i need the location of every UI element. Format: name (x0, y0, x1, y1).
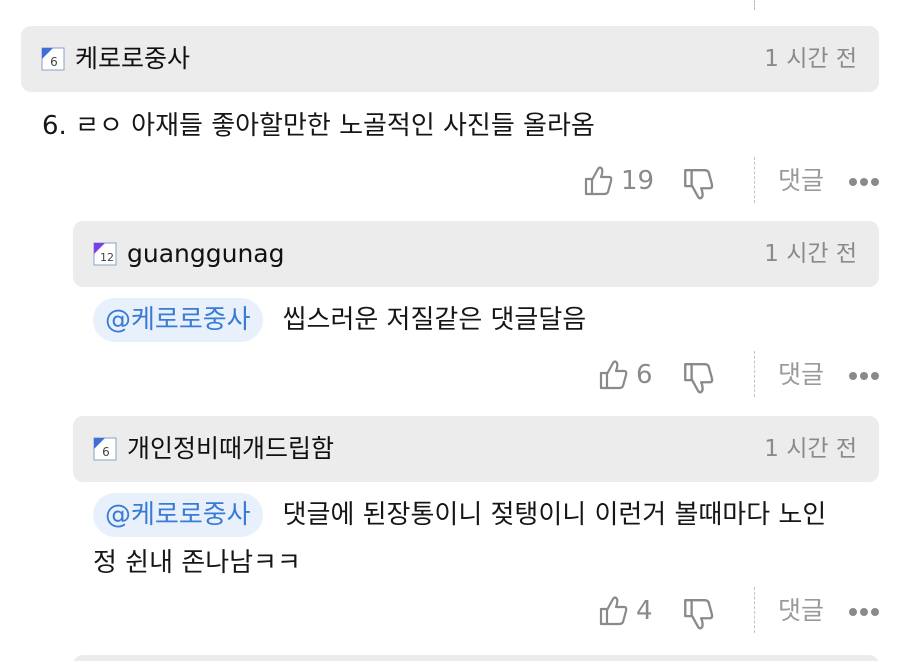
svg-text:6: 6 (50, 55, 58, 69)
comment-body: @케로로중사 댓글에 된장통이니 젖탱이니 이런거 볼때마다 노인 정 쉰내 존나… (93, 491, 826, 587)
comment-body-line: @케로로중사 댓글에 된장통이니 젖탱이니 이런거 볼때마다 노인 (93, 491, 826, 539)
svg-text:12: 12 (100, 251, 114, 264)
thumbs-up-icon (599, 596, 628, 626)
like-count: 6 (636, 360, 653, 390)
svg-text:6: 6 (102, 445, 110, 459)
like-button[interactable]: 19 (583, 163, 654, 199)
comment-body: 6. ㄹㅇ 아재들 좋아할만한 노골적인 사진들 올라옴 (42, 111, 595, 141)
action-separator (754, 587, 755, 633)
like-count: 19 (621, 166, 655, 196)
author-nickname[interactable]: 케로로중사 (75, 40, 190, 78)
thumbs-down-icon (684, 169, 714, 200)
level-badge-icon: 6 (93, 437, 117, 461)
thumbs-down-icon (684, 599, 714, 630)
comment-time: 1 시간 전 (764, 436, 857, 462)
level-badge-icon: 12 (93, 242, 117, 266)
author-nickname[interactable]: 개인정비때개드립함 (127, 430, 334, 468)
like-button[interactable]: 6 (598, 357, 653, 393)
author-nickname[interactable]: guanggunag (127, 235, 285, 273)
dislike-button[interactable] (682, 597, 714, 631)
mention-tag[interactable]: @케로로중사 (93, 298, 263, 342)
comment-text: 정 쉰내 존나남ㅋㅋ (93, 548, 301, 578)
next-comment-header-fragment (73, 655, 879, 661)
comment-header: 12 guanggunag 1 시간 전 (73, 221, 879, 287)
thumbs-up-icon (599, 360, 628, 390)
thumbs-down-icon (684, 363, 714, 394)
reply-button[interactable]: 댓글 (778, 161, 824, 201)
level-badge-icon: 6 (41, 47, 65, 71)
dislike-button[interactable] (682, 167, 714, 201)
more-dots-icon[interactable] (848, 367, 880, 380)
mention-tag[interactable]: @케로로중사 (93, 493, 263, 537)
like-count: 4 (636, 596, 653, 626)
more-dots-icon[interactable] (848, 173, 880, 186)
comment-body: @케로로중사 씹스러운 저질같은 댓글달음 (93, 296, 586, 344)
comment-time: 1 시간 전 (764, 241, 857, 267)
more-dots-icon[interactable] (848, 603, 880, 616)
reply-button[interactable]: 댓글 (778, 591, 824, 631)
dislike-button[interactable] (682, 361, 714, 395)
previous-comment-fragment (0, 0, 900, 12)
action-separator (754, 157, 755, 203)
comment-actions: 6 댓글 (0, 351, 900, 399)
comment-actions: 4 댓글 (0, 587, 900, 635)
action-separator (754, 0, 755, 10)
comment-time: 1 시간 전 (764, 46, 857, 72)
comment-actions: 19 댓글 (0, 157, 900, 205)
thumbs-up-icon (584, 166, 613, 196)
comment-text: 댓글에 된장통이니 젖탱이니 이런거 볼때마다 노인 (282, 500, 827, 530)
reply-button[interactable]: 댓글 (778, 355, 824, 395)
comment-text: 씹스러운 저질같은 댓글달음 (282, 305, 587, 335)
comment-header: 6 케로로중사 1 시간 전 (21, 26, 879, 92)
like-button[interactable]: 4 (598, 593, 653, 629)
action-separator (754, 351, 755, 397)
comment-header: 6 개인정비때개드립함 1 시간 전 (73, 416, 879, 482)
